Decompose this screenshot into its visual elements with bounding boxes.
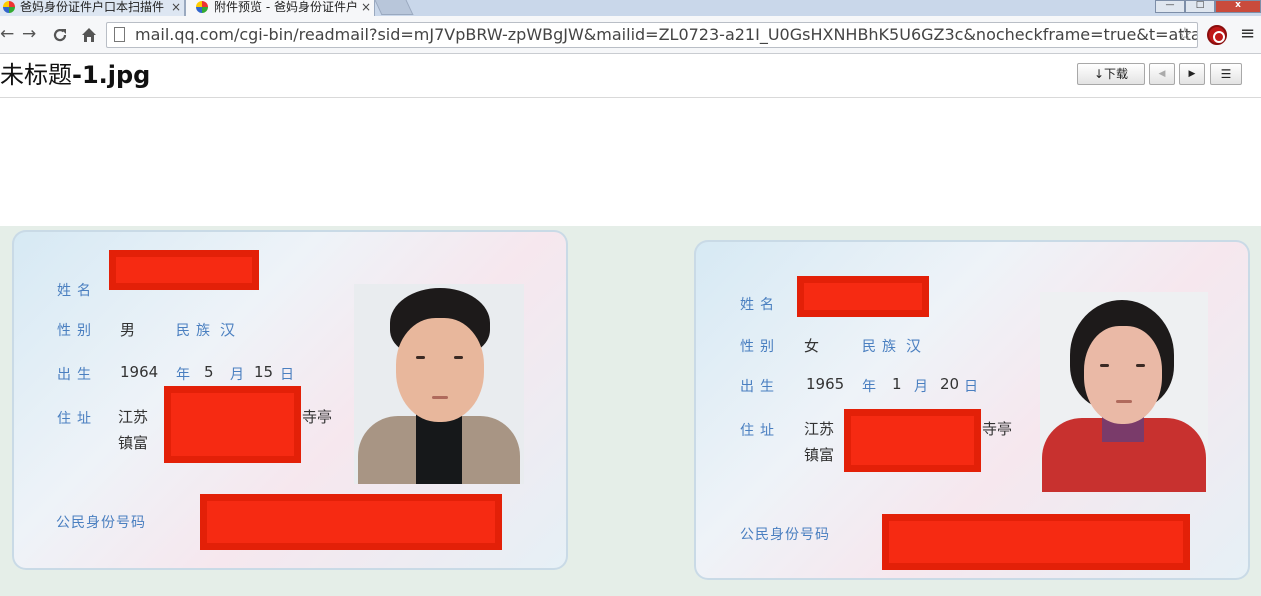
next-image-button[interactable]: ▶ — [1179, 63, 1205, 85]
name-label: 姓名 — [57, 283, 97, 299]
sex-label: 性别 — [740, 339, 780, 355]
name-label: 姓名 — [740, 297, 780, 313]
prev-image-button[interactable]: ◀ — [1149, 63, 1175, 85]
window-close-icon[interactable]: x — [1215, 0, 1261, 13]
redaction-id-number-2 — [882, 514, 1190, 570]
file-name: 未标题-1.jpg — [0, 61, 150, 89]
id-number-label: 公民身份号码 — [740, 527, 830, 543]
address-line1-end: 寺亭 — [302, 408, 333, 426]
month-unit: 月 — [914, 379, 934, 395]
address-line2: 镇富 — [804, 446, 835, 464]
reload-icon[interactable] — [51, 26, 69, 44]
ethnicity-value: 汉 — [220, 321, 236, 339]
mouth — [432, 396, 448, 399]
day-unit: 日 — [964, 379, 984, 395]
tab-close-icon[interactable]: × — [361, 0, 371, 14]
file-name-suffix: -1.jpg — [72, 61, 151, 89]
redaction-name-1 — [109, 250, 259, 290]
birth-label: 出生 — [740, 379, 780, 395]
sex-value: 男 — [120, 321, 136, 339]
star-icon[interactable]: ☆ — [1177, 24, 1193, 45]
tab-title: 附件预览 - 爸妈身份证件户 — [214, 0, 358, 14]
home-icon[interactable] — [80, 26, 98, 44]
birth-day: 15 — [254, 363, 274, 381]
new-tab-button[interactable] — [374, 0, 414, 15]
month-unit: 月 — [230, 367, 250, 383]
birth-year: 1964 — [120, 363, 159, 381]
list-view-button[interactable]: ☰ — [1210, 63, 1242, 85]
tab-attachment-preview[interactable]: 附件预览 - 爸妈身份证件户 × — [185, 0, 375, 16]
birth-day: 20 — [940, 375, 960, 393]
page-icon — [114, 27, 125, 42]
redaction-address-2 — [844, 409, 981, 472]
birth-month: 5 — [204, 363, 214, 381]
left-eye — [1100, 364, 1109, 367]
minimize-icon[interactable]: — — [1155, 0, 1185, 13]
left-eye — [416, 356, 425, 359]
image-viewer: 姓名 性别 男 民族 汉 出生 1964 年 5 月 15 日 住址 江苏 寺亭… — [0, 226, 1261, 596]
tab-scan-files[interactable]: 爸妈身份证件户口本扫描件 × — [0, 0, 185, 16]
address-bar[interactable]: mail.qq.com/cgi-bin/readmail?sid=mJ7VpBR… — [106, 22, 1198, 48]
ethnicity-value: 汉 — [906, 337, 922, 355]
right-eye — [454, 356, 463, 359]
attachment-header: 未标题-1.jpg ↓下载 ◀ ▶ ☰ — [0, 55, 1261, 98]
download-button[interactable]: ↓下载 — [1077, 63, 1145, 85]
year-unit: 年 — [862, 379, 882, 395]
birth-month: 1 — [892, 375, 902, 393]
tab-strip: 爸妈身份证件户口本扫描件 × 附件预览 - 爸妈身份证件户 × — □ x — [0, 0, 1261, 16]
qq-mail-favicon-icon — [3, 1, 15, 13]
back-arrow-icon[interactable]: ← — [0, 24, 14, 44]
redaction-id-number-1 — [200, 494, 502, 550]
right-eye — [1136, 364, 1145, 367]
address-label: 住址 — [740, 423, 780, 439]
day-unit: 日 — [280, 367, 300, 383]
mouth — [1116, 400, 1132, 403]
maximize-icon[interactable]: □ — [1185, 0, 1215, 13]
birth-label: 出生 — [57, 367, 97, 383]
birth-year: 1965 — [806, 375, 845, 393]
address-line1-end: 寺亭 — [982, 420, 1013, 438]
file-name-prefix: 未标题 — [0, 61, 72, 89]
address-line2: 镇富 — [118, 434, 149, 452]
ethnicity-label: 民族 — [862, 339, 902, 355]
year-unit: 年 — [176, 367, 196, 383]
portrait-photo — [354, 284, 524, 484]
ethnicity-label: 民族 — [176, 323, 216, 339]
forward-arrow-icon[interactable]: → — [22, 24, 36, 44]
address-line1-start: 江苏 — [118, 408, 149, 426]
url-text[interactable]: mail.qq.com/cgi-bin/readmail?sid=mJ7VpBR… — [135, 26, 1197, 44]
address-label: 住址 — [57, 411, 97, 427]
adblock-icon[interactable] — [1207, 25, 1227, 45]
address-line1-start: 江苏 — [804, 420, 835, 438]
qq-mail-favicon-icon — [196, 1, 208, 13]
sex-label: 性别 — [57, 323, 97, 339]
redaction-name-2 — [797, 276, 929, 317]
face — [396, 318, 484, 422]
window-controls: — □ x — [1155, 0, 1261, 13]
redaction-address-1 — [164, 386, 301, 463]
hamburger-menu-icon[interactable]: ≡ — [1240, 24, 1255, 44]
id-number-label: 公民身份号码 — [56, 515, 146, 531]
face — [1084, 326, 1162, 424]
sex-value: 女 — [804, 337, 820, 355]
tab-title: 爸妈身份证件户口本扫描件 — [20, 0, 165, 14]
sweater — [416, 414, 462, 484]
portrait-photo — [1040, 292, 1208, 492]
tab-close-icon[interactable]: × — [171, 0, 181, 14]
browser-toolbar: ← → mail.qq.com/cgi-bin/readmail?sid=mJ7… — [0, 16, 1261, 54]
